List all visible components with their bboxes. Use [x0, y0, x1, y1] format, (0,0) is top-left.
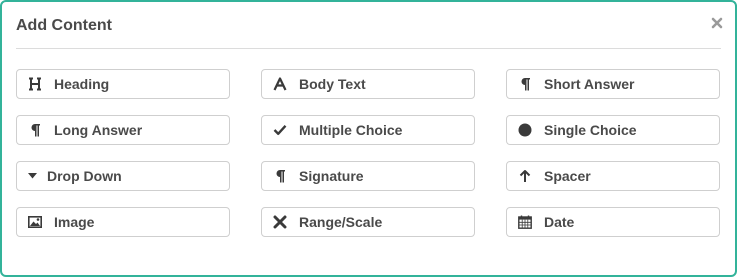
multiple-choice-label: Multiple Choice: [299, 122, 403, 138]
dialog-header: Add Content: [16, 2, 723, 49]
font-icon: [272, 76, 288, 92]
add-content-dialog: Add Content Heading Body Text Short Answ…: [0, 0, 737, 277]
drop-down-button[interactable]: Drop Down: [16, 161, 230, 191]
signature-label: Signature: [299, 168, 364, 184]
close-button[interactable]: [707, 12, 727, 34]
paragraph-icon: [27, 122, 43, 138]
paragraph-icon: [272, 168, 288, 184]
content-type-grid: Heading Body Text Short Answer Long Answ…: [16, 69, 722, 237]
single-choice-button[interactable]: Single Choice: [506, 115, 720, 145]
body-text-label: Body Text: [299, 76, 366, 92]
close-icon: [711, 17, 723, 29]
drop-down-label: Drop Down: [47, 168, 122, 184]
single-choice-label: Single Choice: [544, 122, 637, 138]
heading-icon: [27, 76, 43, 92]
x-icon: [272, 214, 288, 230]
spacer-label: Spacer: [544, 168, 591, 184]
range-scale-label: Range/Scale: [299, 214, 383, 230]
signature-button[interactable]: Signature: [261, 161, 475, 191]
short-answer-button[interactable]: Short Answer: [506, 69, 720, 99]
heading-button[interactable]: Heading: [16, 69, 230, 99]
image-icon: [27, 214, 43, 230]
check-icon: [272, 122, 288, 138]
date-label: Date: [544, 214, 575, 230]
multiple-choice-button[interactable]: Multiple Choice: [261, 115, 475, 145]
dialog-title: Add Content: [16, 17, 112, 34]
image-button[interactable]: Image: [16, 207, 230, 237]
arrow-up-icon: [517, 168, 533, 184]
heading-label: Heading: [54, 76, 110, 92]
spacer-button[interactable]: Spacer: [506, 161, 720, 191]
circle-icon: [517, 122, 533, 138]
caret-down-icon: [27, 168, 37, 184]
image-label: Image: [54, 214, 95, 230]
calendar-icon: [517, 214, 533, 230]
body-text-button[interactable]: Body Text: [261, 69, 475, 99]
paragraph-icon: [517, 76, 533, 92]
short-answer-label: Short Answer: [544, 76, 635, 92]
long-answer-label: Long Answer: [54, 122, 143, 138]
long-answer-button[interactable]: Long Answer: [16, 115, 230, 145]
date-button[interactable]: Date: [506, 207, 720, 237]
range-scale-button[interactable]: Range/Scale: [261, 207, 475, 237]
